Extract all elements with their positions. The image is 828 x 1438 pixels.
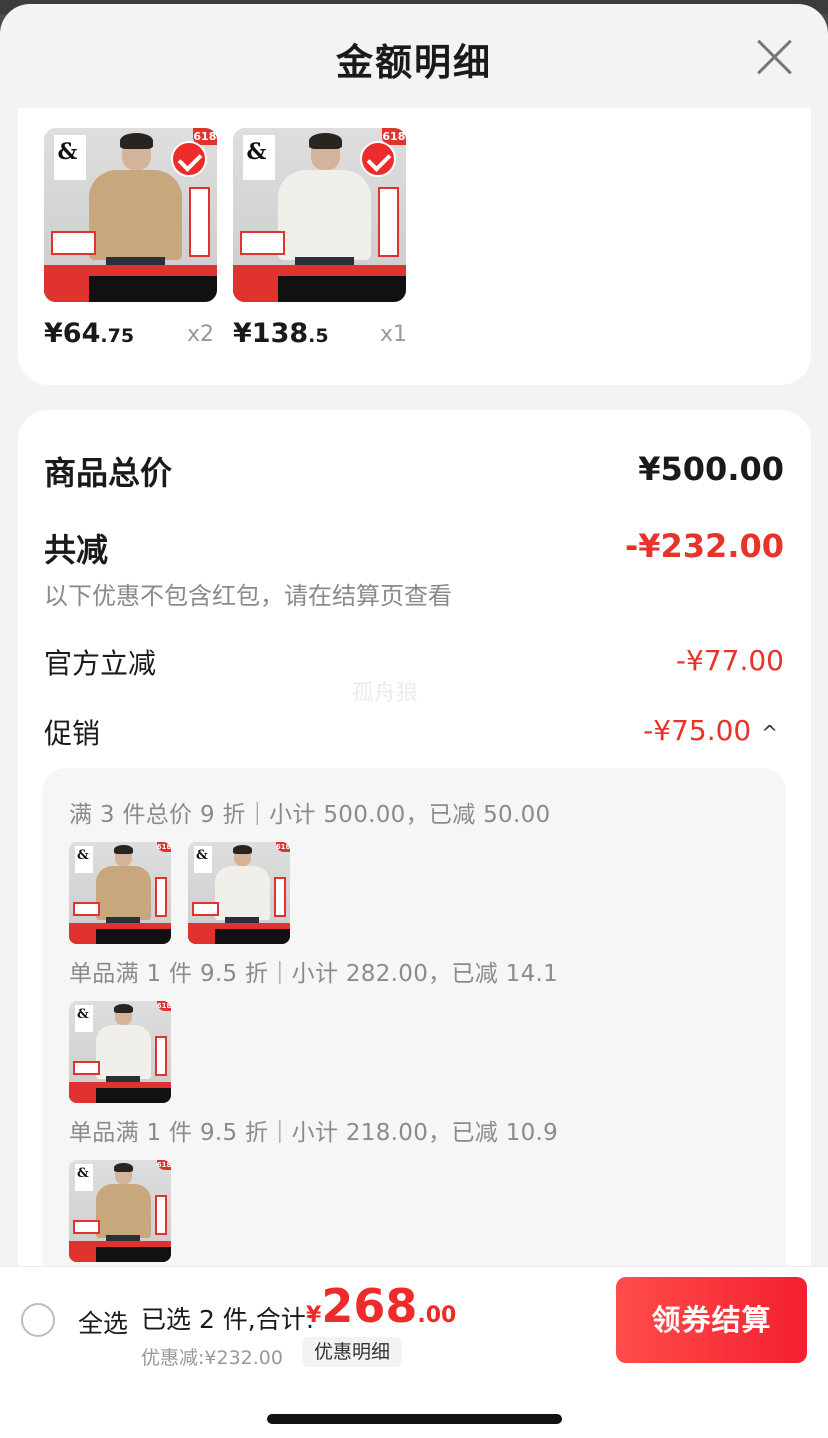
total-price-label: 商品总价 xyxy=(44,454,173,492)
close-icon[interactable] xyxy=(752,34,798,80)
product-price: ¥138.5 xyxy=(233,318,329,349)
promotion-toggle[interactable]: -¥75.00 ^ xyxy=(643,714,778,747)
promo-product-thumb: & 618 xyxy=(69,1001,171,1103)
discount-summary: 优惠减:¥232.00 xyxy=(141,1347,283,1369)
promotion-rule-2: 单品满 1 件 9.5 折｜小计 282.00，已减 14.1 xyxy=(69,961,559,987)
home-indicator xyxy=(267,1414,562,1424)
promo-product-thumb: & 618 xyxy=(188,842,290,944)
select-all-label[interactable]: 全选 xyxy=(78,1304,128,1340)
model-hair xyxy=(309,133,342,149)
promo-product-thumb: & 618 xyxy=(69,842,171,944)
promo-bar xyxy=(233,275,406,302)
reduction-note: 以下优惠不包含红包，请在结算页查看 xyxy=(44,582,452,610)
checkout-button[interactable]: 领券结算 xyxy=(616,1277,807,1363)
promotion-rule-3: 单品满 1 件 9.5 折｜小计 218.00，已减 10.9 xyxy=(69,1120,559,1146)
selected-count-text: 已选 2 件,合计: xyxy=(141,1305,315,1334)
promotion-label: 促销 xyxy=(44,717,101,750)
total-amount: ¥268.00 xyxy=(306,1279,457,1333)
amount-detail-sheet: 金额明细 & 618 ¥64.75 x2 & 618 ¥138.5 x1 商品总… xyxy=(0,4,828,1438)
shirt-shape xyxy=(277,169,372,261)
promo-panel xyxy=(378,187,400,257)
official-discount-value: -¥77.00 xyxy=(675,644,784,677)
brand-logo: & xyxy=(54,134,86,181)
promo-strip xyxy=(44,265,217,276)
product-qty: x1 xyxy=(380,322,408,347)
product-card-2[interactable]: & 618 ¥138.5 x1 xyxy=(233,128,407,349)
sale-box xyxy=(239,230,285,256)
product-qty: x2 xyxy=(187,322,215,347)
selected-check-icon[interactable] xyxy=(360,141,396,177)
select-all-radio[interactable] xyxy=(21,1303,55,1337)
shirt-shape xyxy=(88,169,183,261)
discount-detail-button[interactable]: 优惠明细 xyxy=(302,1337,403,1367)
sheet-title: 金额明细 xyxy=(336,41,492,84)
product-price: ¥64.75 xyxy=(44,318,135,349)
total-price-value: ¥500.00 xyxy=(638,450,784,488)
selected-check-icon[interactable] xyxy=(171,141,207,177)
total-reduction-label: 共减 xyxy=(44,531,109,569)
chevron-up-icon: ^ xyxy=(761,721,778,745)
promo-strip xyxy=(233,265,406,276)
sheet-header: 金额明细 xyxy=(0,4,828,108)
product-card-1[interactable]: & 618 ¥64.75 x2 xyxy=(44,128,217,349)
promotion-value: -¥75.00 xyxy=(643,714,752,747)
promo-product-thumb: & 618 xyxy=(69,1160,171,1262)
promo-bar xyxy=(44,275,217,302)
sale-box xyxy=(50,230,96,256)
selected-products-card: & 618 ¥64.75 x2 & 618 ¥138.5 x1 xyxy=(18,108,811,385)
brand-logo: & xyxy=(243,134,275,181)
watermark: 孤舟狼 xyxy=(352,681,419,706)
promotion-rule-1: 满 3 件总价 9 折｜小计 500.00，已减 50.00 xyxy=(69,802,551,828)
promo-panel xyxy=(189,187,211,257)
total-reduction-value: -¥232.00 xyxy=(624,527,784,565)
model-hair xyxy=(120,133,153,149)
official-discount-label: 官方立减 xyxy=(44,647,157,680)
checkout-bar: 全选 已选 2 件,合计: ¥268.00 优惠减:¥232.00 优惠明细 领… xyxy=(0,1266,828,1438)
